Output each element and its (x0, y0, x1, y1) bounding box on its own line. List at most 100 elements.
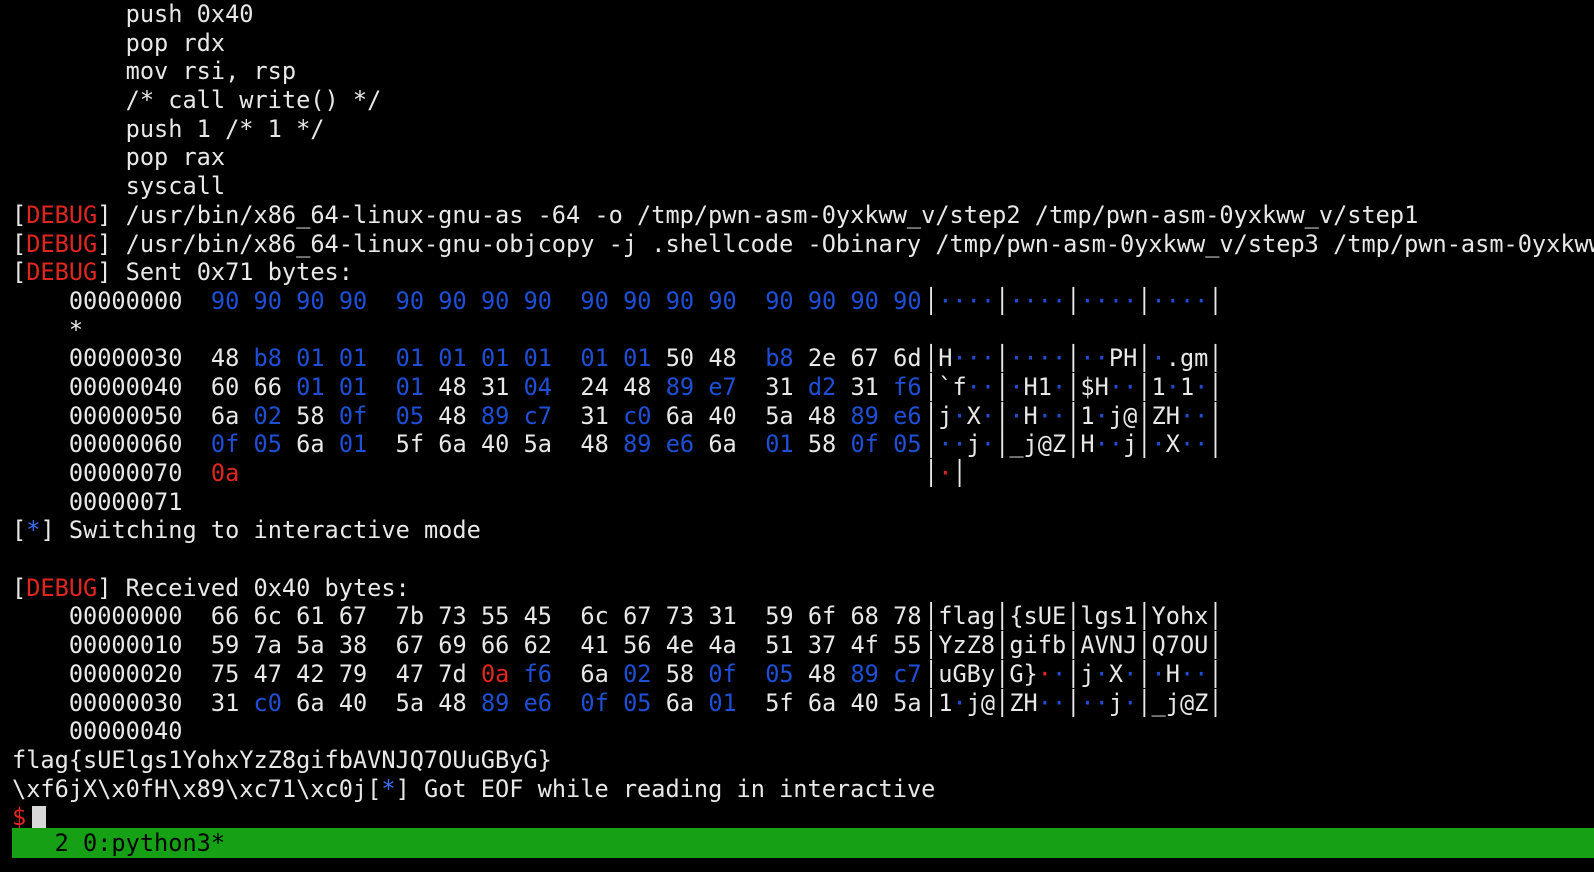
hex-byte: 6a (665, 401, 695, 430)
ascii-char: h (1179, 602, 1195, 631)
ascii-char: · (1051, 401, 1067, 430)
hex-byte: 02 (253, 401, 282, 430)
ascii-char: H (1094, 372, 1109, 401)
interactive-msg: Switching to interactive mode (68, 516, 481, 545)
debug-line: [DEBUG] Sent 0x71 bytes: (12, 258, 1594, 287)
ascii-separator: │ (995, 344, 1010, 373)
hex-byte: 67 (338, 602, 368, 631)
hex-byte: 48 (438, 688, 467, 717)
hex-offset: 00000000 (12, 286, 183, 315)
ascii-char: j (1108, 401, 1124, 430)
ascii-char: u (938, 659, 953, 688)
ascii-char: · (1123, 286, 1138, 315)
hex-offset: 00000060 (12, 430, 183, 459)
hex-byte: 02 (623, 659, 652, 688)
hex-byte: c0 (253, 688, 282, 717)
hex-byte: 01 (338, 372, 368, 401)
hex-ascii: │uGBy│G}··│j·X·│·H··│ (924, 660, 1223, 689)
hex-byte: 48 (623, 372, 652, 401)
hex-byte: b8 (765, 344, 794, 373)
ascii-char: E (1051, 602, 1067, 631)
ascii-char: · (952, 430, 967, 459)
hex-byte: 90 (765, 286, 794, 315)
hex-ascii: │j·X·│·H··│1·j@│ZH··│ (924, 402, 1223, 431)
hex-byte: 0f (708, 659, 737, 688)
hex-offset: 00000070 (12, 459, 183, 487)
ascii-separator: │ (995, 602, 1010, 631)
ascii-separator: │ (1066, 286, 1081, 315)
ascii-char: Z (966, 631, 981, 660)
hex-byte: 5a (296, 631, 325, 660)
hex-byte: 55 (480, 602, 510, 631)
eof-msg: Got EOF while reading in interactive (423, 774, 936, 803)
ascii-char: · (980, 372, 996, 401)
ascii-separator: │ (1208, 401, 1223, 430)
hex-byte: 05 (765, 659, 794, 688)
ascii-char: · (1037, 286, 1052, 315)
ascii-char: g (980, 602, 996, 631)
ascii-char: · (1179, 401, 1195, 430)
hex-byte: 90 (580, 286, 609, 315)
hex-byte: 6a (296, 688, 325, 717)
hex-offset: 00000030 (12, 688, 183, 717)
hex-byte: 01 (395, 372, 425, 401)
hex-byte: 01 (623, 344, 652, 373)
eof-bytes: \xf6jX\x0fH\x89\xc71\xc0j (12, 774, 368, 803)
ascii-char: U (1037, 602, 1052, 631)
ascii-separator: │ (995, 401, 1010, 430)
hex-byte: 05 (253, 430, 282, 459)
hex-byte: 51 (765, 631, 794, 660)
hex-offset: 00000010 (12, 631, 183, 660)
ascii-char: Y (1151, 602, 1166, 631)
asm-text: syscall (12, 172, 226, 201)
ascii-char: H (1023, 688, 1038, 717)
ascii-separator: │ (995, 688, 1010, 717)
ascii-separator: │ (1208, 631, 1223, 660)
ascii-char: · (952, 401, 967, 430)
bracket-close: ] (97, 573, 126, 602)
bracket-open: [ (12, 229, 27, 258)
debug-tag: DEBUG (26, 229, 98, 258)
hex-byte: 2e (807, 344, 837, 373)
ascii-char: · (938, 430, 953, 459)
hex-byte: c7 (893, 659, 922, 688)
ascii-separator: │ (924, 659, 939, 688)
ascii-char: J (1123, 631, 1138, 660)
hex-offset: 00000040 (12, 717, 183, 746)
ascii-char: 1 (1151, 372, 1166, 401)
hex-byte: 01 (438, 344, 467, 373)
ascii-char: B (966, 659, 981, 688)
ascii-char: H (1023, 372, 1038, 401)
ascii-char: 8 (980, 631, 996, 660)
ascii-separator: │ (1137, 344, 1152, 373)
bracket-close: ] (97, 200, 126, 229)
hex-byte: 0f (210, 430, 240, 459)
ascii-char: · (1094, 688, 1109, 717)
hex-offset: 00000000 (12, 602, 183, 631)
